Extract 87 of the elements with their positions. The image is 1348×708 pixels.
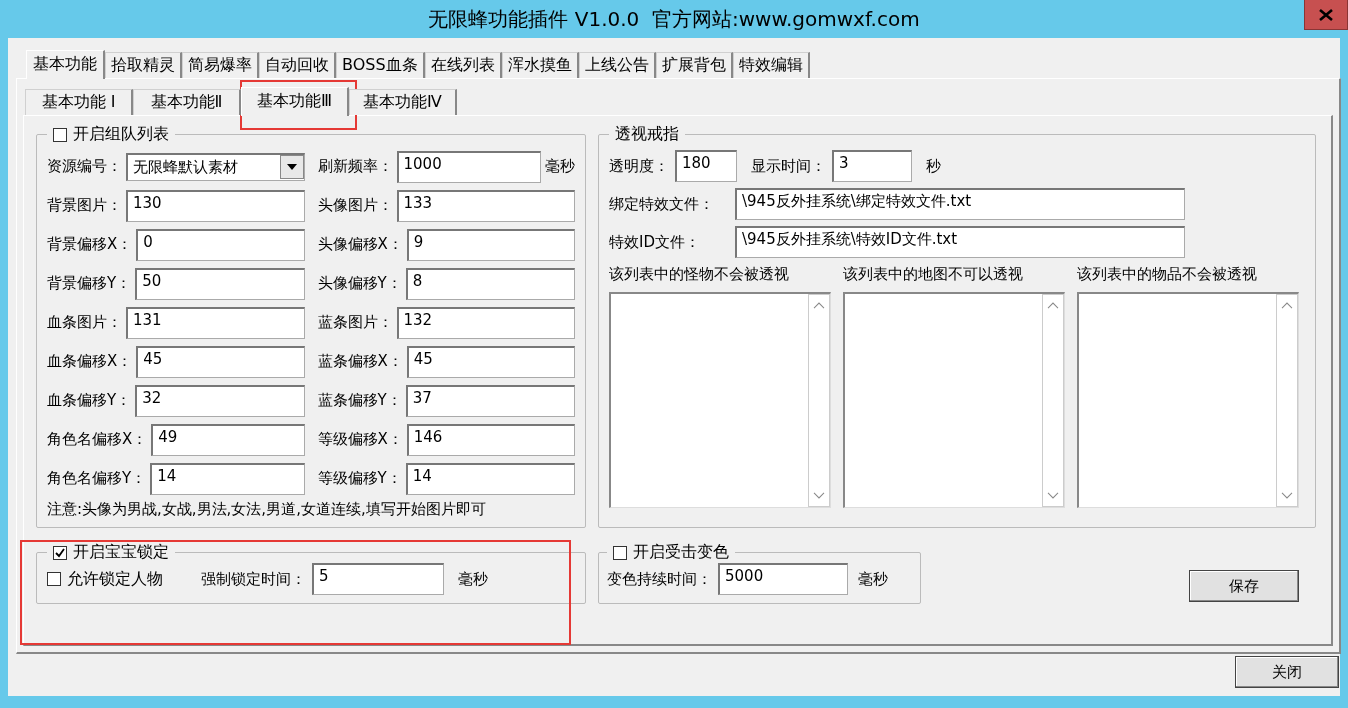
field-label: 显示时间：: [751, 156, 826, 176]
input-field[interactable]: 1000: [396, 150, 541, 183]
input-field[interactable]: 8: [405, 267, 575, 300]
field-label: 背景图片：: [47, 196, 122, 215]
scrollbar-drawing[interactable]: [808, 294, 830, 507]
input-field[interactable]: 132: [396, 306, 575, 339]
input-field[interactable]: 180: [675, 150, 737, 182]
input-field[interactable]: 5: [312, 563, 444, 595]
checkbox-label: 开启宝宝锁定: [73, 542, 169, 563]
field-label: 蓝条偏移Y：: [317, 391, 402, 410]
input-field[interactable]: 5000: [718, 563, 848, 595]
field-label: 血条偏移X：: [47, 352, 133, 371]
tab[interactable]: 简易爆率: [182, 52, 259, 78]
unit-label: 毫秒: [458, 569, 488, 589]
input-field[interactable]: \945反外挂系统\特效ID文件.txt: [735, 226, 1185, 258]
input-field[interactable]: 146: [406, 423, 575, 456]
field-label: 透明度：: [609, 156, 669, 176]
field-label: 背景偏移Y：: [47, 274, 132, 293]
save-button[interactable]: 保存: [1189, 570, 1299, 602]
close-button[interactable]: 关闭: [1235, 656, 1339, 688]
field-label: 刷新频率：: [317, 157, 393, 176]
group-title: 透视戒指: [615, 124, 679, 145]
note-text: 注意:头像为男战,女战,男法,女法,男道,女道连续,填写开始图片即可: [47, 500, 487, 519]
dropdown[interactable]: 无限蜂默认素材: [126, 152, 305, 181]
field-label: 特效ID文件：: [609, 232, 701, 252]
field-label: 资源编号：: [47, 157, 122, 176]
field-label: 血条图片：: [47, 313, 122, 332]
field-label: 角色名偏移Y：: [47, 469, 147, 488]
field-label: 变色持续时间：: [607, 569, 712, 589]
input-field[interactable]: 0: [136, 228, 305, 261]
checkbox[interactable]: [613, 545, 627, 560]
tab[interactable]: 基本功能Ⅲ: [241, 87, 349, 116]
input-field[interactable]: 131: [126, 306, 305, 339]
field-label: 蓝条图片：: [317, 313, 393, 332]
checkbox[interactable]: [47, 572, 61, 586]
checkbox[interactable]: [53, 127, 67, 142]
unit-label: 毫秒: [545, 157, 575, 176]
tab[interactable]: BOSS血条: [336, 52, 425, 78]
close-button[interactable]: [1304, 0, 1348, 30]
input-field[interactable]: 37: [405, 384, 575, 417]
input-field[interactable]: 32: [135, 384, 305, 417]
checkbox-label: 开启组队列表: [73, 124, 169, 145]
input-field[interactable]: 133: [396, 189, 575, 222]
input-field[interactable]: 49: [151, 423, 305, 456]
unit-label: 毫秒: [858, 569, 888, 589]
field-label: 角色名偏移X：: [47, 430, 148, 449]
unit-label: 秒: [926, 156, 941, 176]
field-label: 血条偏移Y：: [47, 391, 132, 410]
tab[interactable]: 基本功能Ⅱ: [133, 89, 241, 115]
checkbox-label: 开启受击变色: [633, 542, 729, 563]
input-field[interactable]: 14: [150, 462, 305, 495]
tab[interactable]: 上线公告: [578, 52, 656, 78]
input-field[interactable]: 9: [406, 228, 575, 261]
tab[interactable]: 在线列表: [424, 52, 502, 78]
input-field[interactable]: \945反外挂系统\绑定特效文件.txt: [735, 188, 1185, 220]
input-field[interactable]: 3: [832, 150, 912, 182]
field-label: 强制锁定时间：: [201, 569, 306, 589]
tab[interactable]: 基本功能 Ⅰ: [25, 89, 133, 115]
input-field[interactable]: 45: [406, 345, 575, 378]
checkbox[interactable]: [53, 545, 67, 560]
input-field[interactable]: 45: [136, 345, 305, 378]
field-label: 等级偏移X：: [317, 430, 403, 449]
tab[interactable]: 特效编辑: [732, 52, 810, 78]
close-icon: [1319, 8, 1333, 21]
input-field[interactable]: 50: [135, 267, 305, 300]
scrollbar-drawing[interactable]: [1042, 294, 1064, 507]
tab[interactable]: 扩展背包: [655, 52, 733, 78]
checkbox-label: 允许锁定人物: [67, 568, 163, 590]
tab[interactable]: 基本功能Ⅳ: [349, 89, 457, 115]
field-label: 头像偏移X：: [317, 235, 403, 254]
field-label: 等级偏移Y：: [317, 469, 402, 488]
tab[interactable]: 浑水摸鱼: [501, 52, 579, 78]
field-label: 蓝条偏移X：: [317, 352, 403, 371]
list-header: 该列表中的地图不可以透视: [843, 265, 1024, 284]
tab[interactable]: 拾取精灵: [105, 52, 182, 78]
window-title: 无限蜂功能插件 V1.0.0 官方网站:www.gomwxf.com: [428, 5, 920, 33]
tab[interactable]: 基本功能: [26, 50, 105, 79]
field-label: 头像偏移Y：: [317, 274, 402, 293]
field-label: 背景偏移X：: [47, 235, 133, 254]
input-field[interactable]: 130: [126, 189, 305, 222]
list-header: 该列表中的物品不会被透视: [1077, 265, 1258, 284]
field-label: 头像图片：: [317, 196, 393, 215]
input-field[interactable]: 14: [405, 462, 575, 495]
field-label: 绑定特效文件：: [609, 194, 715, 214]
scrollbar-drawing[interactable]: [1276, 294, 1298, 507]
tab[interactable]: 自动回收: [259, 52, 336, 78]
list-header: 该列表中的怪物不会被透视: [609, 265, 790, 284]
